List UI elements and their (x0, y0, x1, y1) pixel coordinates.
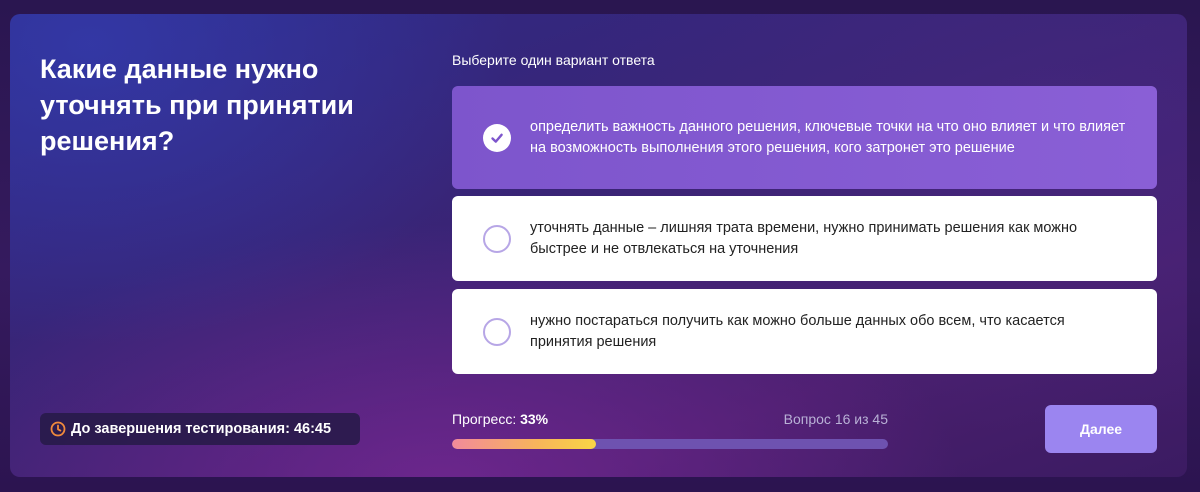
answer-instruction: Выберите один вариант ответа (452, 52, 655, 68)
progress-percent: 33% (520, 411, 549, 427)
answer-option-text: нужно постараться получить как можно бол… (530, 312, 1065, 350)
answer-option-1[interactable]: определить важность данного решения, клю… (452, 86, 1157, 189)
timer-label: До завершения тестирования: 46:45 (71, 421, 332, 437)
answer-option-text: определить важность данного решения, клю… (530, 118, 1126, 156)
test-timer: До завершения тестирования: 46:45 (40, 413, 360, 445)
radio-unchecked-icon[interactable] (483, 224, 511, 253)
checkmark-icon (483, 123, 511, 152)
progress-caption: Прогресс: (452, 411, 517, 427)
test-card: Какие данные нужно уточнять при принятии… (10, 14, 1187, 477)
radio-unchecked-icon[interactable] (483, 317, 511, 346)
clock-icon (50, 421, 66, 437)
question-title: Какие данные нужно уточнять при принятии… (40, 54, 354, 156)
question-counter: Вопрос 16 из 45 (783, 411, 888, 427)
progress-bar-fill (452, 439, 596, 449)
answer-option-text: уточнять данные – лишняя трата времени, … (530, 219, 1078, 257)
progress-bar (452, 439, 888, 449)
answer-option-3[interactable]: нужно постараться получить как можно бол… (452, 289, 1157, 374)
progress-label: Прогресс: 33% (452, 411, 548, 427)
next-button[interactable]: Далее (1045, 405, 1157, 453)
answer-option-2[interactable]: уточнять данные – лишняя трата времени, … (452, 196, 1157, 281)
